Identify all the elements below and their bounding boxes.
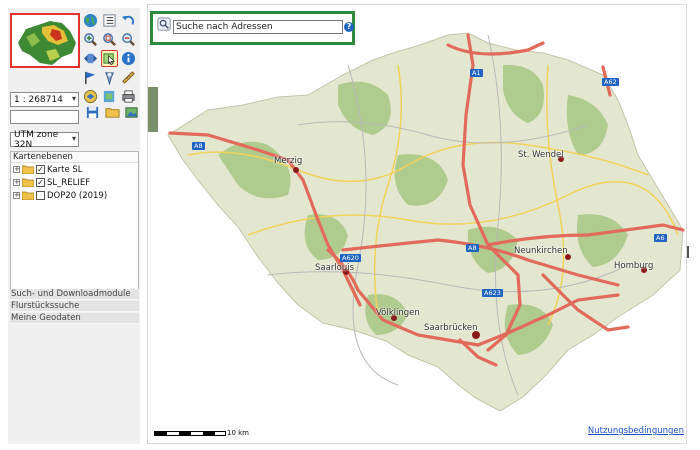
overview-map-image <box>12 15 78 66</box>
city-label: Homburg <box>614 261 654 271</box>
accordion-search-download[interactable]: Such- und Downloadmodule <box>10 289 139 300</box>
folder-icon <box>22 165 34 174</box>
terms-of-use-link[interactable]: Nutzungsbedingungen <box>588 426 684 436</box>
scale-value: 1 : 268714 <box>14 94 63 105</box>
crs-select[interactable]: UTM zone 32N ▾ <box>10 129 79 150</box>
city-label: Völklingen <box>376 308 420 318</box>
scale-select[interactable]: 1 : 268714 ▾ <box>10 92 79 107</box>
ruler-button[interactable] <box>120 69 137 86</box>
highway-shield: A6 <box>654 234 667 242</box>
layer-row[interactable]: + ✓ Karte SL <box>11 163 138 176</box>
city-label: St. Wendel <box>518 150 564 160</box>
image-export-button[interactable] <box>123 104 140 121</box>
zoom-box-button[interactable] <box>101 31 118 48</box>
highway-shield: A8 <box>192 142 205 150</box>
overview-map[interactable] <box>10 13 80 68</box>
highway-shield: A620 <box>340 254 361 262</box>
globe-button[interactable] <box>82 12 99 29</box>
layer-checkbox[interactable] <box>36 191 45 200</box>
scale-bar-label: 10 km <box>227 429 250 437</box>
app-window: 1 : 268714 ▾ UTM zone 32N ▾ Kartenebenen… <box>0 0 700 450</box>
layer-row[interactable]: + DOP20 (2019) <box>11 189 138 202</box>
layer-list-button[interactable] <box>101 12 118 29</box>
expand-icon[interactable]: + <box>13 166 20 173</box>
city-label: Neunkirchen <box>514 246 568 256</box>
address-search-panel: ? <box>150 11 355 45</box>
layer-panel: Kartenebenen + ✓ Karte SL + ✓ SL_RELIEF … <box>10 151 139 294</box>
open-folder-button[interactable] <box>104 104 121 121</box>
layer-row[interactable]: + ✓ SL_RELIEF <box>11 176 138 189</box>
layer-label: Karte SL <box>47 164 83 175</box>
info-button[interactable] <box>120 50 137 67</box>
folder-icon <box>22 191 34 200</box>
expand-icon[interactable]: + <box>13 192 20 199</box>
pin-icon <box>105 72 114 85</box>
highway-shield: A62 <box>602 78 619 86</box>
undo-icon <box>121 15 135 25</box>
coordinate-input[interactable] <box>10 110 79 124</box>
open-folder-icon <box>104 108 120 118</box>
layers-button[interactable] <box>82 88 99 105</box>
highway-shield: A1 <box>470 69 483 77</box>
pdf-icon <box>103 90 115 103</box>
chevron-down-icon: ▾ <box>71 134 76 143</box>
search-tool-icon[interactable] <box>157 17 171 31</box>
zoom-in-button[interactable] <box>82 31 99 48</box>
info-icon <box>121 51 136 66</box>
flag-button[interactable] <box>82 69 99 86</box>
zoom-in-icon <box>84 33 97 46</box>
ruler-icon <box>122 71 135 84</box>
undo-button[interactable] <box>120 12 137 29</box>
pan-icon <box>83 53 98 64</box>
highway-shield: A8 <box>466 244 479 252</box>
save-icon <box>86 106 98 119</box>
pan-button[interactable] <box>82 50 99 67</box>
folder-icon <box>22 178 34 187</box>
file-toolbar <box>82 104 140 124</box>
pin-button[interactable] <box>101 69 118 86</box>
basemap <box>148 5 686 443</box>
layer-checkbox[interactable]: ✓ <box>36 165 45 174</box>
zoom-out-button[interactable] <box>120 31 137 48</box>
select-feature-icon <box>103 53 115 66</box>
map-resize-handle[interactable] <box>687 246 689 258</box>
layer-panel-title: Kartenebenen <box>11 152 138 163</box>
select-feature-button[interactable] <box>101 50 118 67</box>
city-label: Saarbrücken <box>424 323 478 333</box>
layers-icon <box>83 89 98 104</box>
scale-bar <box>154 431 226 436</box>
sidebar: 1 : 268714 ▾ UTM zone 32N ▾ Kartenebenen… <box>8 8 140 444</box>
chevron-down-icon: ▾ <box>71 94 76 103</box>
zoom-box-icon <box>103 33 116 46</box>
accordion-my-geodata[interactable]: Meine Geodaten <box>10 313 139 324</box>
globe-icon <box>83 13 98 28</box>
address-search-input[interactable] <box>173 20 343 34</box>
image-icon <box>125 107 138 118</box>
toolbar <box>82 12 140 106</box>
layer-checkbox[interactable]: ✓ <box>36 178 45 187</box>
crs-value: UTM zone 32N <box>14 129 59 150</box>
highway-shield: A623 <box>482 289 503 297</box>
layer-label: DOP20 (2019) <box>47 190 108 201</box>
side-image-strip <box>148 87 158 132</box>
accordion-parcel-search[interactable]: Flurstückssuche <box>10 301 139 312</box>
map-view[interactable]: Merzig St. Wendel Neunkirchen Homburg Sa… <box>147 4 687 444</box>
layer-label: SL_RELIEF <box>47 177 91 188</box>
flag-icon <box>85 71 96 85</box>
pdf-export-button[interactable] <box>101 88 118 105</box>
print-button[interactable] <box>120 88 137 105</box>
city-label: Saarlouis <box>315 263 355 273</box>
city-label: Merzig <box>274 156 303 166</box>
save-button[interactable] <box>84 104 101 121</box>
layer-list-icon <box>103 14 116 27</box>
expand-icon[interactable]: + <box>13 179 20 186</box>
zoom-out-icon <box>122 33 135 46</box>
print-icon <box>122 90 135 103</box>
help-icon[interactable]: ? <box>344 22 354 32</box>
